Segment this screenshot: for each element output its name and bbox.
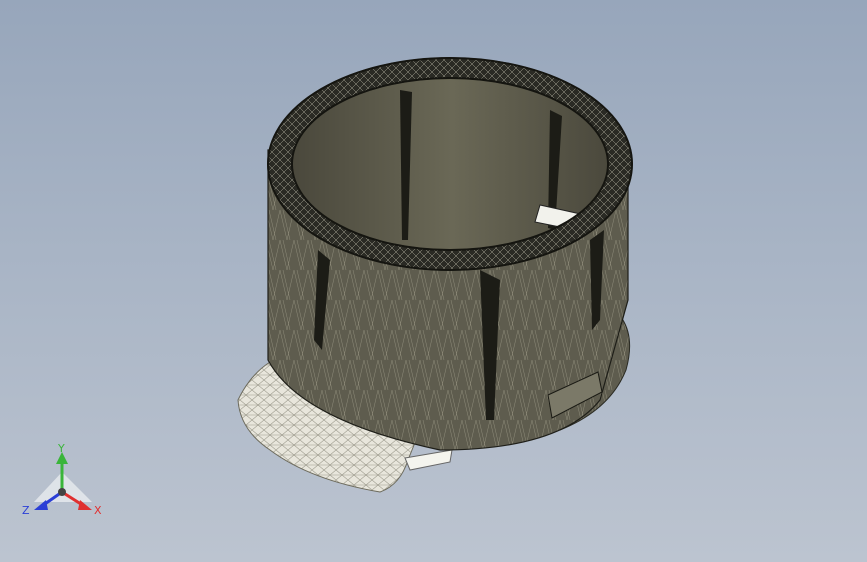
triad-y-label: Y: [57, 442, 65, 455]
graphics-viewport[interactable]: Y X Z: [0, 0, 867, 562]
cad-model-icon[interactable]: [0, 0, 867, 562]
triad-z-label: Z: [22, 504, 30, 517]
triad-x-label: X: [94, 504, 102, 517]
coordinate-triad: Y X Z: [22, 442, 102, 517]
bottom-tab: [404, 449, 453, 471]
